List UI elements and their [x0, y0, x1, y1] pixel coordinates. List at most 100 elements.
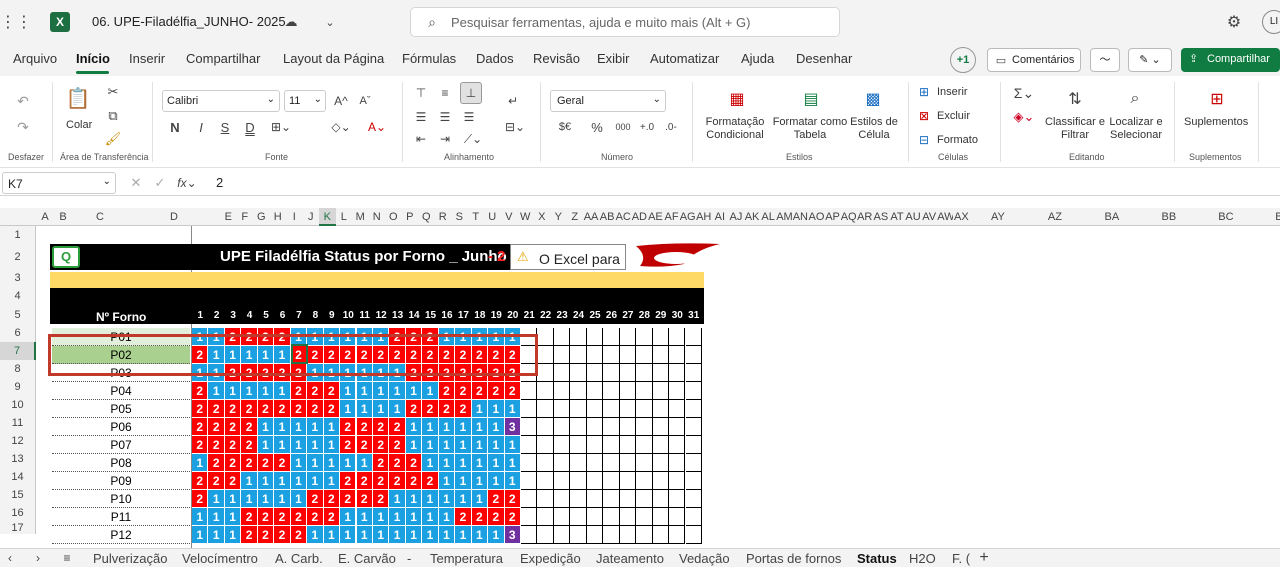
row-header-16[interactable]: 16: [0, 504, 36, 522]
status-cell[interactable]: 2: [241, 454, 258, 472]
status-cell[interactable]: 1: [389, 382, 406, 400]
status-cell[interactable]: 1: [274, 490, 291, 508]
status-cell[interactable]: 1: [192, 526, 209, 544]
column-header-P[interactable]: P: [402, 208, 419, 226]
forno-label[interactable]: P04: [52, 382, 190, 400]
status-cell[interactable]: 2: [323, 382, 341, 400]
column-header-N[interactable]: N: [369, 208, 386, 226]
delete-cells-icon[interactable]: ⊠: [916, 108, 932, 124]
avatar[interactable]: LI: [1262, 10, 1280, 34]
empty-cell[interactable]: [537, 328, 554, 346]
column-header-B[interactable]: B: [54, 208, 72, 226]
column-header-K[interactable]: K: [319, 208, 336, 226]
status-cell[interactable]: 1: [438, 436, 456, 454]
empty-cell[interactable]: [586, 346, 604, 364]
status-cell[interactable]: 3: [504, 526, 521, 544]
empty-cell[interactable]: [603, 364, 620, 382]
delete-cells-label[interactable]: Excluir: [937, 110, 970, 122]
column-header-AR[interactable]: AR: [857, 208, 873, 226]
empty-cell[interactable]: [652, 472, 670, 490]
redo-icon[interactable]: ↷: [14, 118, 32, 136]
empty-cell[interactable]: [537, 364, 554, 382]
empty-cell[interactable]: [652, 328, 670, 346]
empty-cell[interactable]: [636, 328, 653, 346]
status-cell[interactable]: 1: [323, 472, 341, 490]
empty-cell[interactable]: [553, 490, 571, 508]
empty-cell[interactable]: [586, 472, 604, 490]
format-cells-label[interactable]: Formato: [937, 134, 978, 146]
empty-cell[interactable]: [537, 526, 554, 544]
empty-cell[interactable]: [619, 418, 637, 436]
empty-cell[interactable]: [603, 454, 620, 472]
empty-cell[interactable]: [685, 364, 702, 382]
status-cell[interactable]: 2: [438, 382, 456, 400]
empty-cell[interactable]: [669, 436, 686, 454]
sort-filter-label[interactable]: Classificar e Filtrar: [1044, 116, 1106, 142]
clear-icon[interactable]: ◈⌄: [1010, 108, 1038, 126]
empty-cell[interactable]: [685, 382, 702, 400]
status-cell[interactable]: 1: [224, 508, 242, 526]
empty-cell[interactable]: [586, 526, 604, 544]
empty-cell[interactable]: [669, 400, 686, 418]
empty-cell[interactable]: [685, 328, 702, 346]
column-header-U[interactable]: U: [484, 208, 501, 226]
empty-cell[interactable]: [669, 418, 686, 436]
empty-cell[interactable]: [652, 454, 670, 472]
empty-cell[interactable]: [521, 382, 538, 400]
status-cell[interactable]: 2: [372, 436, 390, 454]
insert-cells-icon[interactable]: ⊞: [916, 84, 932, 100]
status-cell[interactable]: 2: [192, 382, 209, 400]
status-cell[interactable]: 1: [257, 436, 275, 454]
status-cell[interactable]: 2: [257, 508, 275, 526]
status-cell[interactable]: 1: [405, 526, 423, 544]
status-cell[interactable]: 2: [241, 400, 258, 418]
status-cell[interactable]: 1: [504, 454, 521, 472]
align-left-icon[interactable]: ☰: [412, 108, 430, 126]
status-cell[interactable]: 1: [438, 472, 456, 490]
font-shrink-icon[interactable]: Aˇ: [356, 92, 374, 110]
orientation-icon[interactable]: ⟋⌄: [460, 130, 486, 148]
status-cell[interactable]: 2: [389, 436, 406, 454]
status-cell[interactable]: 1: [488, 400, 505, 418]
status-cell[interactable]: 2: [340, 490, 357, 508]
addins-label[interactable]: Suplementos: [1184, 116, 1248, 128]
gear-icon[interactable]: ⚙: [1224, 12, 1244, 32]
column-header-AP[interactable]: AP: [825, 208, 841, 226]
empty-cell[interactable]: [537, 382, 554, 400]
empty-cell[interactable]: [570, 436, 587, 454]
empty-cell[interactable]: [619, 490, 637, 508]
status-cell[interactable]: 2: [307, 382, 324, 400]
confirm-entry-icon[interactable]: ✓: [152, 174, 168, 192]
empty-cell[interactable]: [603, 490, 620, 508]
empty-cell[interactable]: [669, 454, 686, 472]
row-header-6[interactable]: 6: [0, 324, 36, 342]
status-cell[interactable]: 2: [241, 526, 258, 544]
status-cell[interactable]: 2: [455, 400, 472, 418]
empty-cell[interactable]: [586, 454, 604, 472]
row-header-2[interactable]: 2: [0, 244, 36, 270]
empty-cell[interactable]: [537, 418, 554, 436]
status-cell[interactable]: 2: [208, 400, 225, 418]
function-icon[interactable]: fx⌄: [176, 174, 198, 192]
status-cell[interactable]: 2: [438, 400, 456, 418]
row-header-7[interactable]: 7: [0, 342, 36, 360]
file-name[interactable]: 06. UPE-Filadélfia_JUNHO- 2025: [92, 14, 286, 29]
empty-cell[interactable]: [537, 508, 554, 526]
status-cell[interactable]: 2: [389, 418, 406, 436]
status-cell[interactable]: 1: [372, 400, 390, 418]
column-header-BD[interactable]: BD: [1254, 208, 1280, 226]
column-header-BA[interactable]: BA: [1083, 208, 1140, 226]
empty-cell[interactable]: [603, 508, 620, 526]
row-header-9[interactable]: 9: [0, 378, 36, 396]
column-header-AX[interactable]: AX: [953, 208, 969, 226]
status-cell[interactable]: 2: [340, 436, 357, 454]
strike-icon[interactable]: D: [241, 118, 259, 136]
percent-icon[interactable]: %: [588, 118, 606, 136]
empty-cell[interactable]: [586, 508, 604, 526]
column-header-BC[interactable]: BC: [1197, 208, 1254, 226]
column-header-AJ[interactable]: AJ: [728, 208, 744, 226]
status-cell[interactable]: 1: [356, 382, 373, 400]
empty-cell[interactable]: [669, 346, 686, 364]
status-cell[interactable]: 1: [488, 418, 505, 436]
status-cell[interactable]: 1: [422, 526, 439, 544]
